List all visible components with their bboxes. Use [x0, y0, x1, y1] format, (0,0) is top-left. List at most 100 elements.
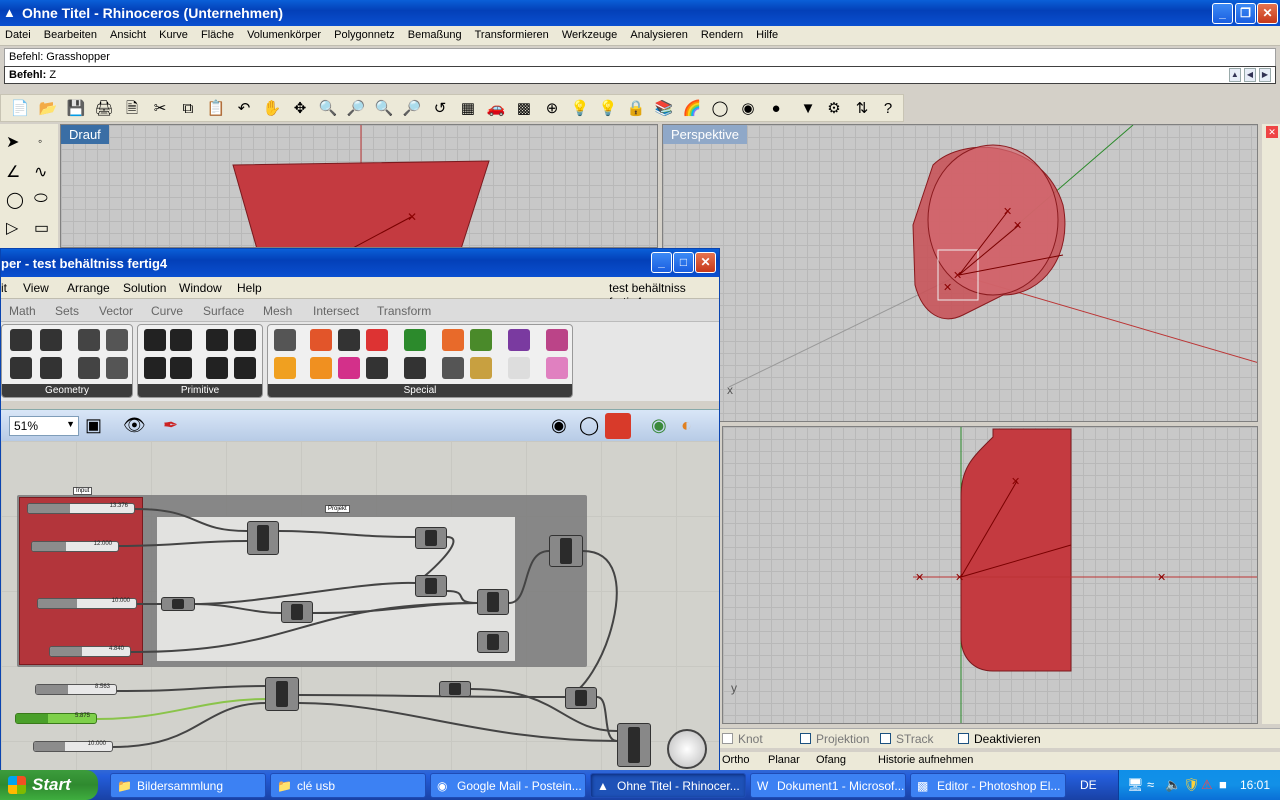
menu-bemassung[interactable]: Bemaßung — [403, 26, 467, 44]
component-icon[interactable] — [366, 357, 388, 379]
tab-surface[interactable]: Surface — [203, 304, 244, 318]
gh-component[interactable] — [161, 597, 195, 611]
tray-wifi-icon[interactable]: ≈ — [1147, 777, 1154, 792]
number-slider[interactable]: 12.000 — [31, 541, 119, 552]
select-filter-icon[interactable]: ▼ — [797, 98, 819, 120]
component-icon[interactable] — [404, 329, 426, 351]
panel-close-icon[interactable]: ✕ — [1266, 126, 1278, 138]
wireframe-sphere-icon[interactable]: ◯ — [709, 98, 731, 120]
wire-display-icon[interactable]: ◯ — [579, 415, 599, 436]
menu-volumenkoerper[interactable]: Volumenkörper — [242, 26, 326, 44]
menu-hilfe[interactable]: Hilfe — [751, 26, 783, 44]
gh-menu-window[interactable]: Window — [179, 281, 222, 295]
tab-vector[interactable]: Vector — [99, 304, 133, 318]
component-icon[interactable] — [206, 357, 228, 379]
tab-transform[interactable]: Transform — [377, 304, 431, 318]
menu-transformieren[interactable]: Transformieren — [470, 26, 554, 44]
component-icon[interactable] — [310, 357, 332, 379]
ortho-toggle[interactable]: Ortho — [722, 754, 750, 766]
component-icon[interactable] — [404, 357, 426, 379]
tray-speaker-icon[interactable]: 🔈 — [1165, 777, 1181, 793]
task-word[interactable]: W Dokument1 - Microsof... — [750, 773, 906, 798]
component-icon[interactable] — [10, 357, 32, 379]
scroll-right-icon[interactable]: ▶ — [1259, 68, 1271, 82]
zoom-selected-icon[interactable]: 🔎 — [401, 98, 423, 120]
pan-icon[interactable]: ✋ — [261, 98, 283, 120]
gh-minimize-button[interactable]: _ — [651, 252, 672, 273]
viewport-perspective[interactable]: Perspektive ✕ ✕ ✕ ✕ x — [662, 124, 1258, 422]
rectangle-icon[interactable]: ▭ — [34, 218, 49, 238]
component-icon[interactable] — [274, 357, 296, 379]
component-icon[interactable] — [170, 357, 192, 379]
gh-component[interactable] — [617, 723, 651, 767]
gh-maximize-button[interactable]: □ — [673, 252, 694, 273]
menu-werkzeuge[interactable]: Werkzeuge — [557, 26, 622, 44]
component-icon[interactable] — [106, 357, 128, 379]
open-file-icon[interactable]: 📂 — [37, 98, 59, 120]
number-slider[interactable]: 13.376 — [27, 503, 135, 514]
menu-bearbeiten[interactable]: Bearbeiten — [39, 26, 102, 44]
strack-checkbox[interactable] — [880, 733, 891, 744]
scroll-left-icon[interactable]: ◀ — [1243, 68, 1256, 82]
component-icon[interactable] — [442, 357, 464, 379]
component-icon[interactable] — [366, 329, 388, 351]
circle-icon[interactable]: ◯ — [6, 190, 24, 210]
component-icon[interactable] — [546, 329, 568, 351]
component-icon[interactable] — [78, 329, 100, 351]
component-icon[interactable] — [546, 357, 568, 379]
shaded-sphere-icon[interactable]: ◉ — [737, 98, 759, 120]
grid-plane-icon[interactable]: ▩ — [513, 98, 535, 120]
gh-component[interactable] — [439, 681, 471, 697]
gh-menu-edit[interactable]: it — [1, 281, 7, 295]
tray-antivirus-icon[interactable]: ⚠ — [1201, 777, 1213, 793]
gh-component[interactable] — [265, 677, 299, 711]
gh-menu-arrange[interactable]: Arrange — [67, 281, 110, 295]
preview-mode-icon[interactable]: ◉ — [551, 415, 567, 436]
menu-flaeche[interactable]: Fläche — [196, 26, 239, 44]
paste-icon[interactable]: 📋 — [205, 98, 227, 120]
rhino-title-bar[interactable]: ▲ Ohne Titel - Rhinoceros (Unternehmen) … — [0, 0, 1280, 26]
grasshopper-title-bar[interactable]: per - test behältniss fertig4 _ □ ✕ — [1, 249, 719, 277]
tab-intersect[interactable]: Intersect — [313, 304, 359, 318]
projektion-checkbox[interactable] — [800, 733, 811, 744]
component-icon[interactable] — [144, 357, 166, 379]
minimize-button[interactable]: _ — [1212, 3, 1233, 24]
gh-component[interactable] — [565, 687, 597, 709]
menu-rendern[interactable]: Rendern — [696, 26, 748, 44]
gh-dial-icon[interactable] — [667, 729, 707, 769]
gh-close-button[interactable]: ✕ — [695, 252, 716, 273]
help-icon[interactable]: ? — [877, 98, 899, 120]
component-icon[interactable] — [442, 329, 464, 351]
undo-view-icon[interactable]: ↺ — [429, 98, 451, 120]
language-indicator[interactable]: DE — [1080, 778, 1097, 792]
color-wheel-icon[interactable]: 🌈 — [681, 98, 703, 120]
ellipse-icon[interactable]: ⬭ — [34, 190, 48, 208]
lights-icon[interactable]: 💡 — [569, 98, 591, 120]
zoom-window-icon[interactable]: 🔎 — [345, 98, 367, 120]
cut-icon[interactable]: ✂ — [149, 98, 171, 120]
tab-mesh[interactable]: Mesh — [263, 304, 292, 318]
number-slider[interactable]: 4.840 — [49, 646, 131, 657]
menu-polygonnetz[interactable]: Polygonnetz — [329, 26, 400, 44]
component-icon[interactable] — [470, 329, 492, 351]
point-icon[interactable]: ◦ — [38, 134, 42, 148]
tab-math[interactable]: Math — [9, 304, 36, 318]
gh-component[interactable] — [415, 575, 447, 597]
historie-toggle[interactable]: Historie aufnehmen — [878, 754, 973, 766]
menu-analysieren[interactable]: Analysieren — [625, 26, 692, 44]
restore-button[interactable]: ❐ — [1235, 3, 1256, 24]
gh-menu-help[interactable]: Help — [237, 281, 262, 295]
car-icon[interactable]: 🚗 — [485, 98, 507, 120]
undo-icon[interactable]: ↶ — [233, 98, 255, 120]
menu-ansicht[interactable]: Ansicht — [105, 26, 151, 44]
component-icon[interactable] — [508, 329, 530, 351]
gh-menu-view[interactable]: View — [23, 281, 49, 295]
zoom-select[interactable]: 51% ▼ — [9, 416, 79, 436]
tray-network-icon[interactable]: 🖥 — [1127, 777, 1144, 793]
component-icon[interactable] — [78, 357, 100, 379]
close-button[interactable]: ✕ — [1257, 3, 1278, 24]
gh-component[interactable] — [281, 601, 313, 623]
task-google-mail[interactable]: ◉ Google Mail - Postein... — [430, 773, 586, 798]
component-icon[interactable] — [40, 357, 62, 379]
component-icon[interactable] — [10, 329, 32, 351]
